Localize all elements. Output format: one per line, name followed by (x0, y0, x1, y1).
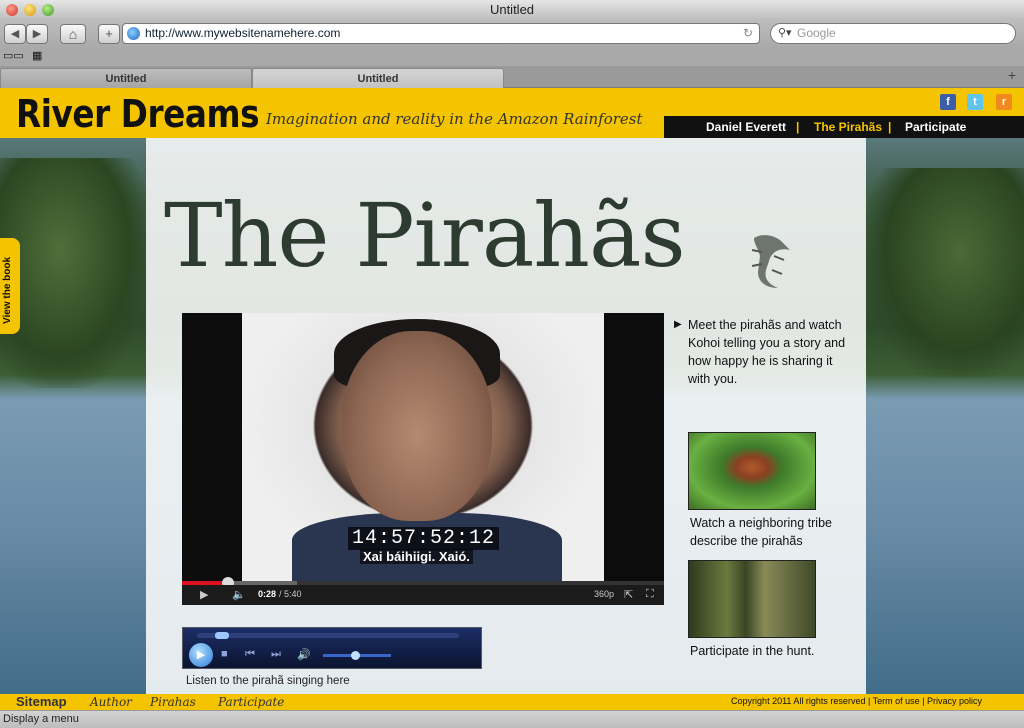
audio-progress-knob[interactable] (215, 632, 229, 639)
video-quality[interactable]: 360p (594, 589, 614, 599)
video-time-total: / 5:40 (279, 589, 302, 599)
audio-caption[interactable]: Listen to the pirahã singing here (186, 675, 350, 687)
nav-the-pirahas[interactable]: The Pirahãs (814, 120, 882, 134)
search-icon: ⚲▾ (778, 27, 792, 39)
stop-icon[interactable]: ■ (221, 648, 228, 660)
tab-2[interactable]: Untitled (252, 68, 504, 88)
view-the-book-tab[interactable]: View the book (0, 238, 20, 334)
previous-icon[interactable]: ⏮ (245, 648, 255, 661)
thumbnail-hunt[interactable] (688, 560, 816, 638)
video-timecode: 14:57:52:12 (348, 527, 500, 550)
rss-icon[interactable]: r (996, 94, 1012, 110)
facebook-icon[interactable]: f (940, 94, 956, 110)
next-icon[interactable]: ⏭ (271, 648, 281, 661)
site-tagline: Imagination and reality in the Amazon Ra… (266, 110, 643, 128)
grid-icon[interactable]: ▦ (32, 49, 42, 62)
site-logo[interactable]: River Dreams (16, 92, 260, 136)
book-icon[interactable]: ▭▭ (3, 49, 24, 62)
caiman-icon (751, 235, 790, 288)
twitter-icon[interactable]: t (967, 94, 983, 110)
thumbnail-neighboring-tribe[interactable] (688, 432, 816, 510)
close-window-button[interactable] (6, 4, 18, 16)
minimize-window-button[interactable] (24, 4, 36, 16)
audio-play-button[interactable]: ▶ (189, 643, 213, 667)
top-navigation: Daniel Everett | The Pirahãs | Participa… (664, 116, 1024, 138)
jungle-background-left (0, 158, 150, 388)
popout-icon[interactable]: ⇱ (624, 588, 633, 601)
video-controls: ▶ 🔈 0:28 / 5:40 360p ⇱ ⛶ (182, 585, 664, 605)
search-field[interactable]: ⚲▾ Google (770, 23, 1016, 44)
nav-daniel-everett[interactable]: Daniel Everett (706, 120, 786, 134)
arrow-icon: ▶ (674, 319, 682, 330)
reload-icon[interactable]: ↻ (743, 24, 753, 43)
fullscreen-icon[interactable]: ⛶ (646, 588, 654, 601)
page-title: The Pirahãs (164, 184, 686, 287)
video-subtitle: Xai báihiigi. Xaió. (360, 549, 473, 564)
volume-icon[interactable]: 🔈 (232, 588, 246, 601)
status-text: Display a menu (3, 713, 79, 725)
back-button[interactable]: ◀ (4, 24, 26, 44)
intro-text[interactable]: Meet the pirahãs and watch Kohoi telling… (688, 318, 845, 386)
forward-button[interactable]: ▶ (26, 24, 48, 44)
new-tab-icon[interactable]: + (1008, 67, 1016, 83)
address-url: http://www.mywebsitenamehere.com (145, 26, 341, 40)
play-icon[interactable]: ▶ (200, 588, 208, 601)
video-player[interactable]: 14:57:52:12 Xai báihiigi. Xaió. ▶ 🔈 0:28… (182, 313, 664, 605)
browser-toolbar: ◀ ▶ ⌂ + http://www.mywebsitenamehere.com… (0, 20, 1024, 48)
audio-progress-bar[interactable] (197, 632, 459, 639)
volume-icon[interactable]: 🔊 (297, 648, 311, 661)
footer-link-author[interactable]: Author (90, 695, 132, 709)
jungle-background-right (864, 168, 1024, 378)
footer-copyright: Copyright 2011 All rights reserved | Ter… (731, 696, 982, 706)
nav-separator: | (888, 120, 892, 134)
home-button[interactable]: ⌂ (60, 24, 86, 44)
address-bar[interactable]: http://www.mywebsitenamehere.com ↻ (122, 23, 760, 44)
audio-player[interactable]: ▶ ■ ⏮ ⏭ 🔊 (182, 627, 482, 669)
content-panel: The Pirahãs 14:57:52:12 Xai báihiigi. Xa… (146, 138, 866, 694)
video-time-current: 0:28 (258, 589, 277, 599)
window-titlebar: Untitled (0, 0, 1024, 20)
tab-bar: Untitled Untitled + (0, 66, 1024, 88)
site-footer: Sitemap Author Pirahas Participate Copyr… (0, 694, 1024, 710)
audio-volume-slider[interactable] (323, 651, 391, 660)
footer-link-participate[interactable]: Participate (218, 695, 284, 709)
footer-link-pirahas[interactable]: Pirahas (150, 695, 196, 709)
nav-separator: | (796, 120, 800, 134)
search-placeholder: Google (797, 26, 836, 40)
site-header: River Dreams Imagination and reality in … (0, 88, 1024, 138)
bookmarks-bar: ▭▭ ▦ (0, 48, 1024, 66)
webpage: River Dreams Imagination and reality in … (0, 88, 1024, 710)
globe-icon (127, 27, 140, 40)
footer-sitemap[interactable]: Sitemap (16, 694, 67, 709)
window-title: Untitled (489, 2, 535, 17)
tab-1[interactable]: Untitled (0, 68, 252, 88)
view-the-book-label: View the book (2, 256, 13, 324)
intro-text-block: ▶ Meet the pirahãs and watch Kohoi telli… (674, 316, 848, 388)
thumbnail-caption[interactable]: Participate in the hunt. (690, 642, 850, 660)
zoom-window-button[interactable] (42, 4, 54, 16)
status-bar: Display a menu (0, 710, 1024, 728)
nav-participate[interactable]: Participate (905, 120, 966, 134)
video-face (342, 331, 492, 521)
add-bookmark-button[interactable]: + (98, 24, 120, 44)
audio-volume-knob[interactable] (351, 651, 360, 660)
thumbnail-caption[interactable]: Watch a neighboring tribe describe the p… (690, 514, 850, 550)
